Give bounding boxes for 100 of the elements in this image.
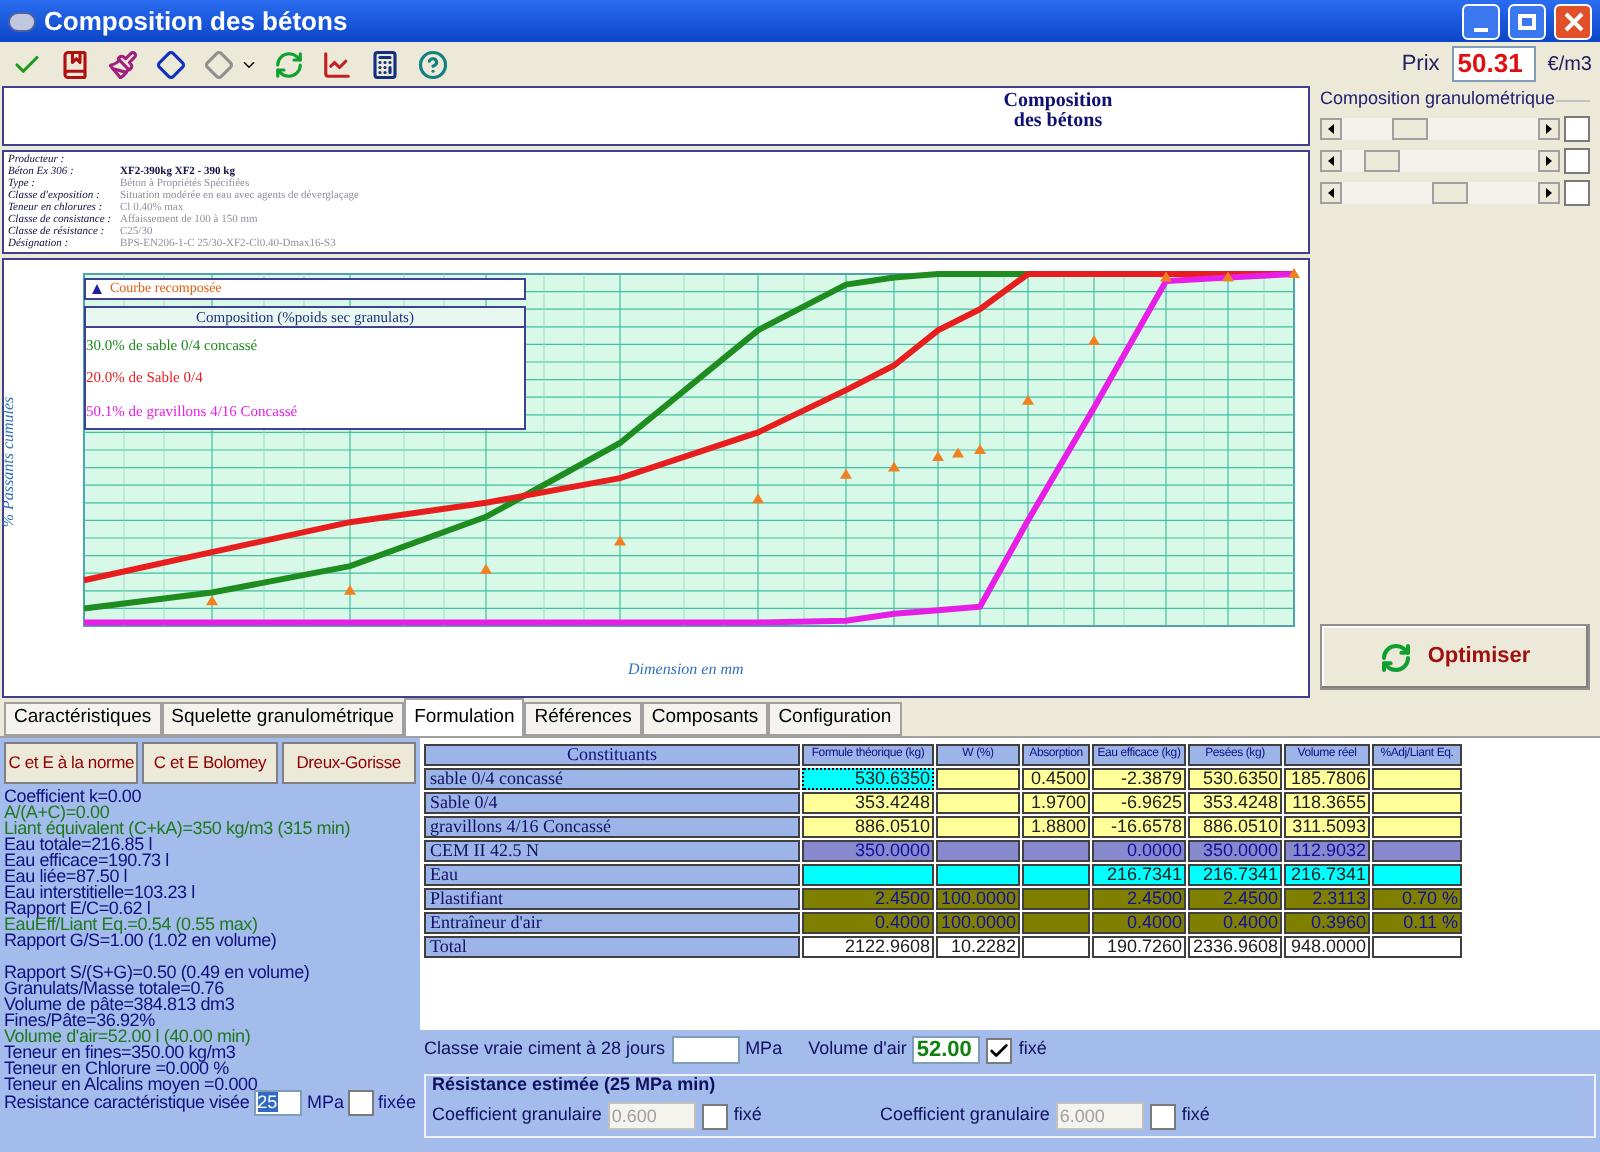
scroll-right-button[interactable] (1538, 150, 1560, 172)
table-cell: 1.9700 (1022, 792, 1090, 814)
result-line: EauEff/Liant Eq.=0.54 (0.55 max) (4, 916, 258, 932)
scroll-left-button[interactable] (1320, 118, 1342, 140)
refresh-icon (1379, 641, 1412, 673)
table-cell: 112.9032 (1284, 840, 1370, 862)
help-icon-button[interactable] (414, 46, 450, 82)
result-line: Teneur en Chlorure =0.000 % (4, 1060, 229, 1076)
row-name-cell: Total (424, 936, 800, 958)
table-cell: 0.4000 (1188, 912, 1282, 934)
scroll-thumb[interactable] (1363, 150, 1400, 172)
coefficient-check-label: fixé (1181, 1102, 1210, 1129)
tab[interactable]: Composants (641, 702, 769, 736)
row-name-cell: Entraîneur d'air (424, 912, 800, 934)
table-cell: -6.9625 (1092, 792, 1186, 814)
table-cell: 216.7341 (1092, 864, 1186, 886)
result-line: Volume de pâte=384.813 dm3 (4, 996, 237, 1012)
checkbox[interactable] (1564, 116, 1590, 142)
result-line: Rapport E/C=0.62 l (4, 900, 151, 916)
table-cell: 2.4500 (1188, 888, 1282, 910)
method-button[interactable]: C et E à la norme (4, 742, 139, 784)
window-title: Composition des bétons (44, 3, 350, 40)
result-line: Liant équivalent (C+kA)=350 kg/m3 (315 min) (4, 820, 352, 836)
table-cell: 0.11 % (1372, 912, 1462, 934)
x-axis-title: Dimension en mm (628, 658, 744, 682)
table-cell: 886.0510 (1188, 816, 1282, 838)
air-label: Volume d'air (808, 1036, 907, 1063)
optimize-button[interactable]: Optimiser (1320, 624, 1590, 690)
app-icon (8, 11, 36, 31)
strength-title: Résistance estimée (25 MPa min) (432, 1074, 718, 1094)
air-check-label: fixé (1018, 1036, 1047, 1063)
table-cell: 190.7260 (1092, 936, 1186, 958)
table-cell: -16.6578 (1092, 816, 1186, 838)
result-line: Rapport G/S=1.00 (1.02 en volume) (4, 932, 279, 948)
tab[interactable]: Références (524, 702, 642, 736)
table-cell: 0.70 % (1372, 888, 1462, 910)
table-cell: 100.0000 (936, 912, 1020, 934)
table-cell: 353.4248 (1188, 792, 1282, 814)
cement-label: Classe vraie ciment à 28 jours (424, 1036, 666, 1063)
tab[interactable]: Configuration (768, 702, 902, 736)
row-name-cell: gravillons 4/16 Concassé (424, 816, 800, 838)
method-button[interactable]: C et E Bolomey (142, 742, 278, 784)
result-line: Teneur en fines=350.00 kg/m3 (4, 1044, 236, 1060)
result-line: Coefficient k=0.00 (4, 788, 144, 804)
scroll-thumb[interactable] (1431, 182, 1468, 204)
scroll-left-button[interactable] (1320, 182, 1342, 204)
coefficient-label: Coefficient granulaire (432, 1102, 602, 1129)
price-label: Prix (1401, 49, 1440, 80)
table-cell: 185.7806 (1284, 768, 1370, 790)
checkbox[interactable] (1564, 180, 1590, 206)
result-line: Granulats/Masse totale=0.76 (4, 980, 224, 996)
air-field[interactable]: 52.00 (912, 1036, 981, 1064)
tab[interactable]: Caractéristiques (4, 702, 162, 736)
left-arrow-icon (1328, 188, 1334, 198)
scroll-thumb[interactable] (1392, 118, 1429, 140)
refresh-icon-button[interactable] (270, 46, 306, 82)
coefficient-check-label: fixé (733, 1102, 762, 1129)
scroll-right-button[interactable] (1538, 118, 1560, 140)
table-cell: 0.0000 (1092, 840, 1186, 862)
table-cell: 100.0000 (936, 888, 1020, 910)
row-name-cell: Plastifiant (424, 888, 800, 910)
minimize-button[interactable] (1462, 3, 1500, 39)
table-cell: 216.7341 (1284, 864, 1370, 886)
table-cell: 2.4500 (1092, 888, 1186, 910)
diamond-icon-button[interactable] (152, 46, 188, 82)
checkbox[interactable] (347, 1090, 374, 1117)
brush-icon-button[interactable] (104, 46, 140, 82)
target-field[interactable]: 25 (253, 1090, 303, 1117)
coefficient-label: Coefficient granulaire (880, 1102, 1050, 1129)
table-cell: 216.7341 (1188, 864, 1282, 886)
diamond-icon (203, 49, 233, 79)
chart-icon-button[interactable] (318, 46, 354, 82)
result-line: Eau efficace=190.73 l (4, 852, 171, 868)
close-icon (1563, 11, 1583, 31)
restore-button[interactable] (1508, 3, 1546, 39)
brush-icon (107, 49, 137, 79)
price-field[interactable]: 50.31 (1451, 46, 1536, 82)
tab[interactable]: Squelette granulométrique (161, 702, 405, 736)
row-name-cell: CEM II 42.5 N (424, 840, 800, 862)
report-title: Composition des bétons (1001, 88, 1115, 136)
right-arrow-icon (1546, 188, 1552, 198)
triangle-icon (92, 284, 102, 294)
tab[interactable]: Formulation (404, 698, 525, 736)
scroll-left-button[interactable] (1320, 150, 1342, 172)
table-cell: 1.8800 (1022, 816, 1090, 838)
calculator-icon (369, 49, 399, 79)
result-line: Eau totale=216.85 l (4, 836, 153, 852)
row-name-cell: sable 0/4 concassé (424, 768, 800, 790)
price-unit: €/m3 (1547, 51, 1592, 79)
table-cell: 353.4248 (802, 792, 934, 814)
column-header: Constituants (424, 744, 800, 766)
scroll-right-button[interactable] (1538, 182, 1560, 204)
table-cell: 350.0000 (1188, 840, 1282, 862)
checkbox[interactable] (1564, 148, 1590, 174)
method-button[interactable]: Dreux-Gorisse (281, 742, 416, 784)
cement-field[interactable] (671, 1036, 740, 1064)
checkbox[interactable] (986, 1037, 1013, 1063)
right-arrow-icon (1546, 156, 1552, 166)
close-button[interactable] (1554, 3, 1592, 39)
left-arrow-icon (1328, 124, 1334, 134)
